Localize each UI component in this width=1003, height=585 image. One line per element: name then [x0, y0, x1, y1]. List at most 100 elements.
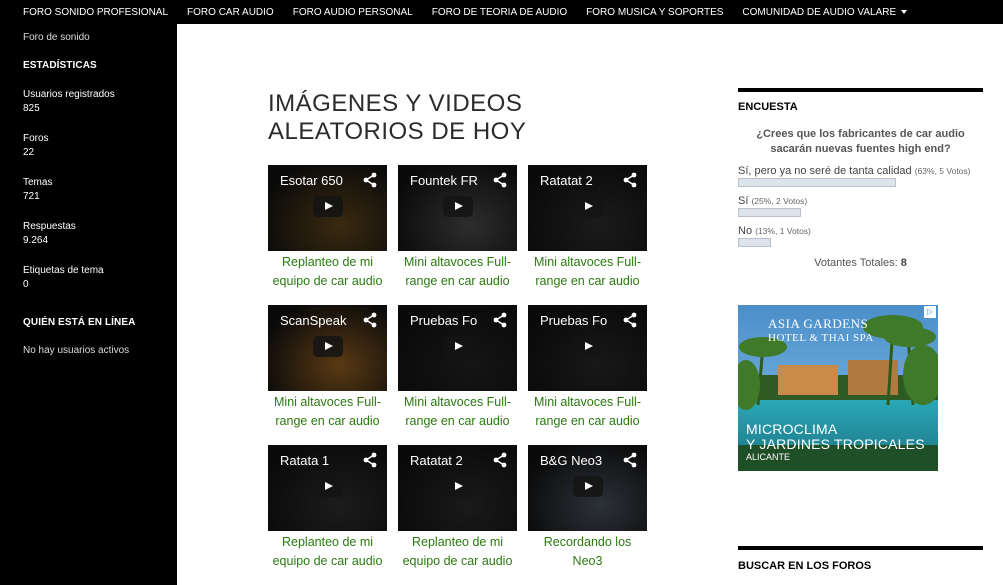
video-caption-link[interactable]: Mini altavoces Full-range en car audio — [268, 393, 387, 431]
stat-label: Etiquetas de tema — [23, 265, 104, 276]
poll-widget: ENCUESTA ¿Crees que los fabricantes de c… — [738, 88, 983, 269]
video-card[interactable]: Ratatat 2 Replanteo de mi equipo de car a… — [398, 445, 517, 571]
poll-option-label: Sí — [738, 195, 749, 207]
video-caption-link[interactable]: Replanteo de mi equipo de car audio — [398, 533, 517, 571]
video-card[interactable]: Fountek FR Mini altavoces Full-range en c… — [398, 165, 517, 291]
poll-option-label: Sí, pero ya no seré de tanta calidad — [738, 165, 912, 177]
stat-replies: Respuestas 9.264 — [23, 220, 177, 248]
play-icon[interactable] — [573, 196, 603, 217]
video-caption-link[interactable]: Recordando los Neo3 — [528, 533, 647, 571]
nav-item-comunidad-valare[interactable]: COMUNIDAD DE AUDIO VALARE — [742, 6, 908, 18]
ad-location: ALICANTE — [746, 452, 791, 462]
poll-option-stats: (63%, 5 Votos) — [914, 166, 971, 176]
poll-option: Sí, pero ya no seré de tanta calidad (63… — [738, 165, 983, 187]
poll-question: ¿Crees que los fabricantes de car audio … — [756, 128, 965, 155]
poll-total-value: 8 — [900, 257, 907, 269]
video-caption-link[interactable]: Mini altavoces Full-range en car audio — [398, 393, 517, 431]
video-card[interactable]: Ratata 1 Replanteo de mi equipo de car au… — [268, 445, 387, 571]
share-icon[interactable] — [622, 452, 638, 468]
nav-item-sonido-profesional[interactable]: FORO SONIDO PROFESIONAL — [23, 7, 168, 18]
main-content: IMÁGENES Y VIDEOS ALEATORIOS DE HOY — [268, 90, 668, 146]
advertisement-banner[interactable]: ASIA GARDENS HOTEL & THAI SPA MICROCLIMA Y… — [738, 305, 938, 471]
video-thumbnail[interactable]: Pruebas Fo — [398, 305, 517, 391]
play-icon[interactable] — [573, 476, 603, 497]
video-card[interactable]: Esotar 650 Replanteo de mi equipo de car … — [268, 165, 387, 291]
poll-total-label: Votantes Totales: — [814, 257, 898, 269]
poll-result-bar — [738, 208, 801, 217]
play-icon[interactable] — [313, 336, 343, 357]
video-thumbnail[interactable]: Ratatat 2 — [398, 445, 517, 531]
video-card[interactable]: Ratatat 2 Mini altavoces Full-range en ca… — [528, 165, 647, 291]
video-card[interactable]: Pruebas Fo Mini altavoces Full-range en c… — [398, 305, 517, 431]
stat-topic-tags: Etiquetas de tema 0 — [23, 264, 177, 292]
share-icon[interactable] — [622, 312, 638, 328]
sidebar: Foro de sonido ESTADÍSTICAS Usuarios reg… — [0, 24, 177, 585]
video-title: Fountek FR — [410, 173, 478, 188]
nav-item-teoria-audio[interactable]: FORO DE TEORIA DE AUDIO — [432, 7, 567, 18]
play-icon[interactable] — [313, 476, 343, 497]
ad-brand-line1: ASIA GARDENS — [768, 316, 869, 331]
video-thumbnail[interactable]: ScanSpeak — [268, 305, 387, 391]
stat-label: Temas — [23, 177, 53, 188]
video-thumbnail[interactable]: Ratata 1 — [268, 445, 387, 531]
play-icon[interactable] — [443, 336, 473, 357]
video-card[interactable]: B&G Neo3 Recordando los Neo3 — [528, 445, 647, 571]
play-icon[interactable] — [443, 196, 473, 217]
page-title: IMÁGENES Y VIDEOS ALEATORIOS DE HOY — [268, 90, 527, 145]
video-thumbnail[interactable]: B&G Neo3 — [528, 445, 647, 531]
share-icon[interactable] — [362, 452, 378, 468]
nav-item-audio-personal[interactable]: FORO AUDIO PERSONAL — [293, 7, 413, 18]
poll-heading: ENCUESTA — [738, 88, 983, 113]
video-card[interactable]: Pruebas Fo Mini altavoces Full-range en c… — [528, 305, 647, 431]
video-thumbnail[interactable]: Pruebas Fo — [528, 305, 647, 391]
share-icon[interactable] — [492, 172, 508, 188]
poll-option-label: No — [738, 225, 753, 237]
video-card[interactable]: ScanSpeak Mini altavoces Full-range en ca… — [268, 305, 387, 431]
video-caption-link[interactable]: Mini altavoces Full-range en car audio — [398, 253, 517, 291]
share-icon[interactable] — [492, 312, 508, 328]
stats-heading: ESTADÍSTICAS — [23, 60, 97, 71]
stat-value: 825 — [23, 103, 40, 114]
share-icon[interactable] — [622, 172, 638, 188]
video-title: Ratatat 2 — [540, 173, 593, 188]
video-caption-link[interactable]: Mini altavoces Full-range en car audio — [528, 393, 647, 431]
stat-registered-users: Usuarios registrados 825 — [23, 88, 177, 116]
stat-value: 9.264 — [23, 235, 49, 246]
play-icon[interactable] — [313, 196, 343, 217]
play-icon[interactable] — [443, 476, 473, 497]
ad-brand-line2: HOTEL & THAI SPA — [768, 332, 874, 344]
nav-item-car-audio[interactable]: FORO CAR AUDIO — [187, 7, 274, 18]
stat-value: 0 — [23, 279, 29, 290]
forum-home-link[interactable]: Foro de sonido — [23, 32, 177, 43]
video-title: ScanSpeak — [280, 313, 347, 328]
video-thumbnail[interactable]: Ratatat 2 — [528, 165, 647, 251]
poll-option: Sí (25%, 2 Votos) — [738, 195, 983, 217]
nav-item-musica-soportes[interactable]: FORO MUSICA Y SOPORTES — [586, 7, 723, 18]
video-caption-link[interactable]: Replanteo de mi equipo de car audio — [268, 533, 387, 571]
search-forums-heading: BUSCAR EN LOS FOROS — [738, 546, 983, 572]
share-icon[interactable] — [362, 172, 378, 188]
play-icon[interactable] — [573, 336, 603, 357]
video-thumbnail[interactable]: Esotar 650 — [268, 165, 387, 251]
stat-value: 22 — [23, 147, 35, 158]
stat-label: Respuestas — [23, 221, 76, 232]
online-heading: QUIÉN ESTÁ EN LÍNEA — [23, 317, 136, 328]
nav-item-label: COMUNIDAD DE AUDIO VALARE — [742, 6, 897, 18]
share-icon[interactable] — [362, 312, 378, 328]
ad-slogan: MICROCLIMA Y JARDINES TROPICALES — [746, 422, 925, 452]
poll-options: Sí, pero ya no seré de tanta calidad (63… — [738, 165, 983, 247]
share-icon[interactable] — [492, 452, 508, 468]
video-caption-link[interactable]: Replanteo de mi equipo de car audio — [268, 253, 387, 291]
video-thumbnail[interactable]: Fountek FR — [398, 165, 517, 251]
stat-label: Usuarios registrados — [23, 89, 115, 100]
ad-slogan-line1: MICROCLIMA — [746, 421, 838, 437]
poll-result-bar — [738, 238, 771, 247]
video-title: Pruebas Fo — [410, 313, 478, 328]
top-navigation: FORO SONIDO PROFESIONAL FORO CAR AUDIO F… — [0, 0, 1003, 24]
video-caption-link[interactable]: Mini altavoces Full-range en car audio — [528, 253, 647, 291]
video-title: B&G Neo3 — [540, 453, 603, 468]
video-title: Pruebas Fo — [540, 313, 608, 328]
video-title: Esotar 650 — [280, 173, 343, 188]
adchoices-icon[interactable]: ▷ — [924, 306, 936, 318]
online-users-text: No hay usuarios activos — [23, 345, 130, 356]
